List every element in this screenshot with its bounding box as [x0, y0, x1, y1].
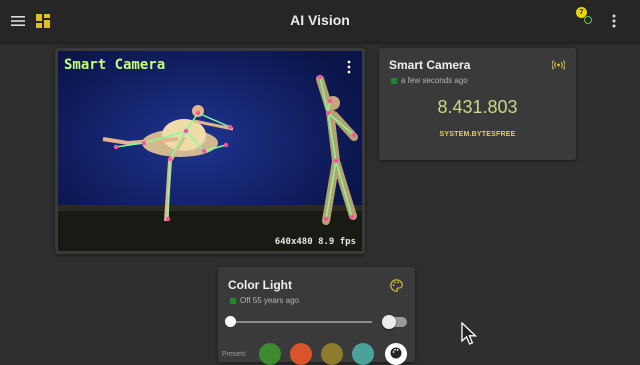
power-toggle[interactable]: [382, 315, 407, 329]
stat-value: 8.431.803: [437, 97, 518, 117]
app-bar: AI Vision 7: [0, 0, 640, 42]
camera-feed: Smart Camera 640x480 8.9 fps: [58, 51, 362, 251]
palette-icon[interactable]: [390, 279, 403, 292]
connection-status-icon[interactable]: [584, 16, 592, 24]
app-title: AI Vision: [290, 12, 350, 28]
light-status: Off 55 years ago: [230, 296, 299, 305]
preset-swatch-teal[interactable]: [352, 343, 374, 365]
camera-card: Smart Camera 640x480 8.9 fps: [55, 48, 365, 254]
more-vert-icon[interactable]: [604, 11, 624, 31]
stat-label: SYSTEM.BYTESFREE: [439, 131, 516, 138]
camera-title: Smart Camera: [64, 57, 166, 73]
preset-swatch-custom[interactable]: [385, 343, 407, 365]
mouse-cursor-icon: [461, 322, 477, 345]
preset-swatch-orange[interactable]: [290, 343, 312, 365]
more-vert-icon[interactable]: [346, 59, 352, 75]
broadcast-icon: [552, 60, 565, 70]
palette-icon: [390, 347, 402, 359]
stat-card-timestamp: a few seconds ago: [391, 76, 468, 85]
preset-swatch-green[interactable]: [259, 343, 281, 365]
status-indicator-icon: [230, 297, 236, 304]
light-card-title: Color Light: [228, 278, 292, 292]
stat-timestamp-text: a few seconds ago: [401, 76, 468, 85]
color-light-card: Color Light Off 55 years ago Presets: [218, 267, 415, 365]
system-stat-card: Smart Camera a few seconds ago 8.431.803…: [379, 48, 576, 160]
camera-fps-readout: 640x480 8.9 fps: [274, 237, 356, 247]
camera-scene-image: [58, 51, 362, 251]
brightness-slider-track[interactable]: [230, 321, 372, 323]
status-indicator-icon: [391, 77, 397, 84]
brightness-slider-thumb[interactable]: [225, 316, 236, 327]
preset-swatch-olive[interactable]: [321, 343, 343, 365]
light-status-text: Off 55 years ago: [240, 296, 299, 305]
stat-card-title: Smart Camera: [389, 58, 471, 72]
power-toggle-knob[interactable]: [382, 315, 396, 329]
